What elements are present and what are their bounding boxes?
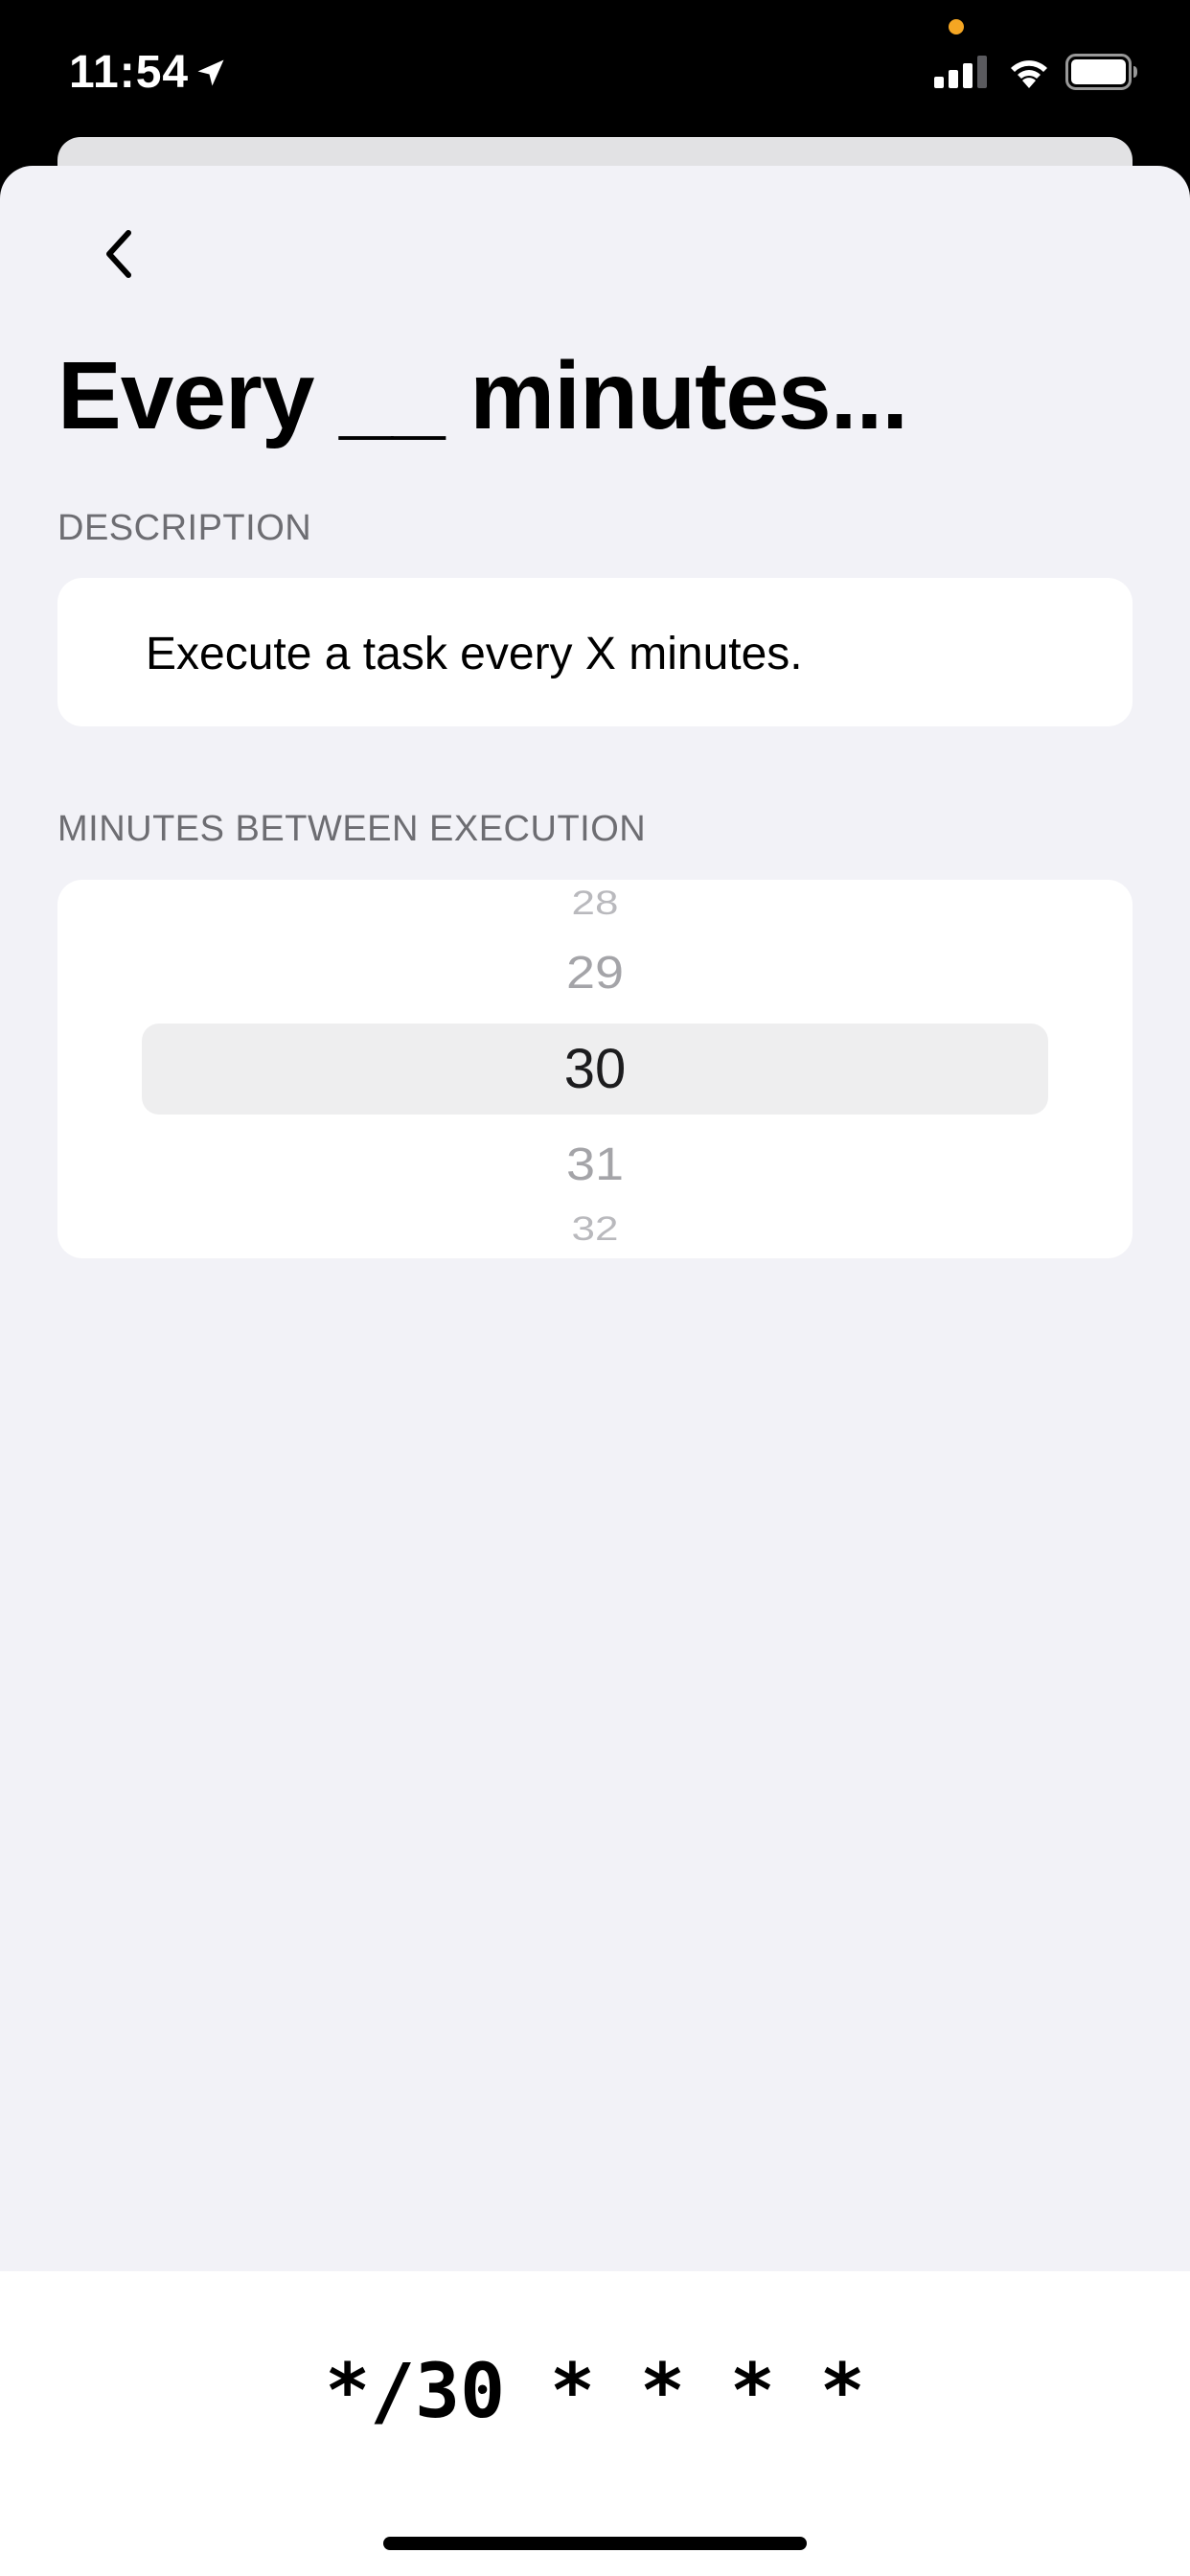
minutes-section-header: MINUTES BETWEEN EXECUTION [57, 809, 647, 849]
status-bar: 11:54 [0, 0, 1190, 144]
picker-option[interactable]: 29 [57, 946, 1133, 1000]
screen: 11:54 Every __ minutes... DESCRIPTION Ex… [0, 0, 1190, 2576]
cellular-signal-icon [934, 56, 987, 88]
location-arrow-icon [197, 59, 224, 86]
wifi-icon [1011, 60, 1047, 88]
description-section-header: DESCRIPTION [57, 508, 312, 548]
picker-selected-option[interactable]: 30 [57, 1033, 1133, 1106]
back-button[interactable] [92, 219, 146, 288]
picker-option[interactable]: 31 [57, 1138, 1133, 1191]
chevron-left-icon [106, 230, 131, 278]
minutes-picker[interactable]: 28 29 30 31 32 [57, 880, 1133, 1258]
status-time: 11:54 [69, 47, 190, 98]
description-card: Execute a task every X minutes. [57, 578, 1133, 726]
picker-option[interactable]: 28 [57, 885, 1133, 923]
picker-option[interactable]: 32 [57, 1210, 1133, 1249]
battery-icon [1065, 54, 1137, 90]
cron-expression: */30 * * * * [325, 2349, 865, 2435]
privacy-indicator-dot [949, 19, 964, 34]
modal-sheet: Every __ minutes... DESCRIPTION Execute … [0, 166, 1190, 2576]
cron-expression-panel: */30 * * * * [0, 2271, 1190, 2576]
page-title: Every __ minutes... [57, 342, 908, 449]
description-text: Execute a task every X minutes. [146, 629, 803, 679]
home-indicator[interactable] [383, 2537, 807, 2550]
